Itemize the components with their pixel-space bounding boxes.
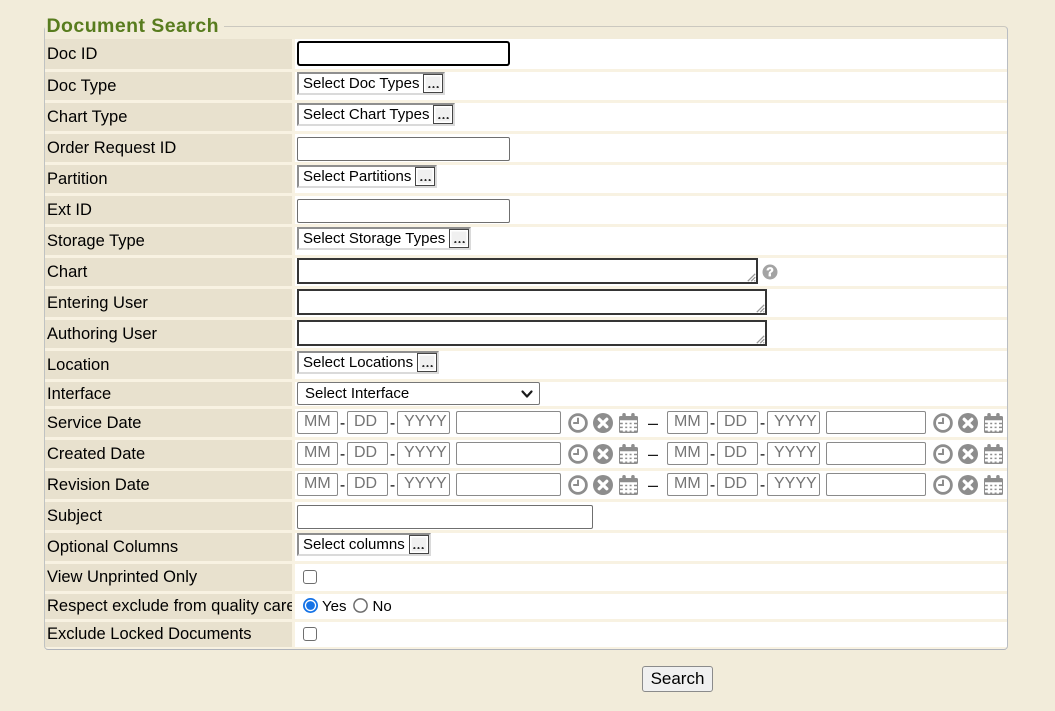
svg-text:?: ? bbox=[766, 265, 773, 279]
